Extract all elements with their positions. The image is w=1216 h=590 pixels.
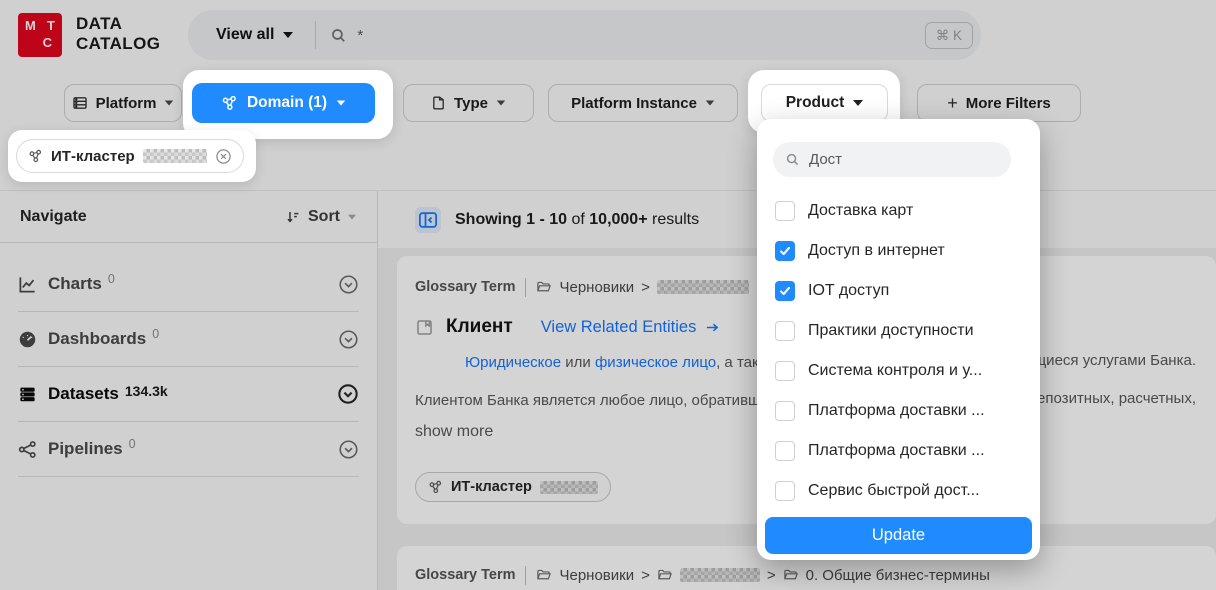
- arrow-right-icon: [704, 320, 721, 335]
- breadcrumb: Черновики >: [536, 279, 771, 296]
- chevron-down-icon: [165, 100, 174, 105]
- product-filter-dropdown: Доставка карт Доступ в интернет IOT дост…: [757, 119, 1040, 560]
- view-related-entities-link[interactable]: View Related Entities: [541, 318, 722, 337]
- product-option[interactable]: Сервис быстрой дост...: [757, 471, 1040, 511]
- search-icon: [785, 152, 800, 167]
- brand-title: DATA CATALOG: [76, 14, 160, 54]
- redacted-text: [680, 568, 760, 582]
- result-title[interactable]: Клиент: [446, 316, 513, 338]
- entity-type-label: Glossary Term: [415, 567, 515, 583]
- file-icon: [431, 95, 446, 111]
- domain-icon: [428, 480, 443, 495]
- chevron-down-icon: [706, 100, 715, 105]
- more-filters-button[interactable]: + More Filters: [917, 84, 1081, 122]
- selected-domain-panel: ИТ-кластер: [8, 130, 256, 182]
- search-icon: [330, 27, 347, 44]
- expand-chevron-icon[interactable]: [338, 274, 359, 295]
- chevron-down-icon: [853, 100, 863, 106]
- checkbox[interactable]: [775, 241, 795, 261]
- sidebar-item-dashboards[interactable]: Dashboards 0: [18, 312, 359, 367]
- folder-icon: [536, 568, 552, 583]
- product-options-list: Доставка карт Доступ в интернет IOT дост…: [757, 191, 1040, 511]
- product-option[interactable]: Система контроля и у...: [757, 351, 1040, 391]
- share-nodes-icon: [18, 440, 37, 459]
- sort-control[interactable]: Sort: [285, 208, 357, 226]
- checkbox[interactable]: [775, 401, 795, 421]
- filter-platform-instance-button[interactable]: Platform Instance: [548, 84, 738, 122]
- plus-icon: +: [947, 93, 958, 114]
- navigate-sidebar: Navigate Sort: [0, 191, 378, 590]
- result-meta-row: Glossary Term Черновики >: [415, 564, 1196, 586]
- search-input[interactable]: [355, 26, 981, 45]
- redacted-text: [657, 280, 749, 294]
- logo-letter-t: Т: [47, 18, 55, 35]
- glossary-term-icon: [415, 318, 434, 337]
- domain-tag-chip[interactable]: ИТ-кластер: [415, 472, 611, 502]
- line-chart-icon: [18, 275, 37, 294]
- breadcrumb: Черновики > >: [536, 567, 989, 584]
- folder-icon: [657, 568, 673, 583]
- sort-icon: [285, 209, 301, 225]
- logo-letter-m: М: [25, 18, 40, 35]
- product-option[interactable]: Платформа доставки ...: [757, 391, 1040, 431]
- folder-icon: [783, 568, 799, 583]
- product-option[interactable]: Доставка карт: [757, 191, 1040, 231]
- chevron-down-icon: [348, 214, 356, 219]
- redacted-text: [540, 481, 598, 494]
- filter-domain-button[interactable]: Domain (1): [192, 83, 375, 123]
- domain-icon: [221, 95, 238, 112]
- gauge-icon: [18, 330, 37, 349]
- product-option[interactable]: Доступ в интернет: [757, 231, 1040, 271]
- checkbox[interactable]: [775, 481, 795, 501]
- sidebar-item-pipelines[interactable]: Pipelines 0: [18, 422, 359, 477]
- checkbox[interactable]: [775, 441, 795, 461]
- server-icon: [72, 95, 88, 111]
- dropdown-search-input[interactable]: [807, 150, 999, 169]
- product-option[interactable]: Платформа доставки ...: [757, 431, 1040, 471]
- selected-domain-chip[interactable]: ИТ-кластер: [16, 139, 244, 173]
- chevron-down-icon: [497, 100, 506, 105]
- global-search-bar[interactable]: View all ⌘ K: [188, 10, 981, 60]
- results-count: Showing 1 - 10 of 10,000+ results: [455, 211, 699, 229]
- checkbox[interactable]: [775, 321, 795, 341]
- redacted-text: [143, 149, 207, 163]
- collapse-sidebar-icon[interactable]: [415, 207, 441, 233]
- folder-icon: [536, 280, 552, 295]
- domain-filter-spotlight: Domain (1): [183, 70, 393, 139]
- divider: [525, 278, 526, 297]
- data-catalog-app: М Т С DATA CATALOG View all ⌘ K: [0, 0, 1216, 590]
- sidebar-item-charts[interactable]: Charts 0: [18, 257, 359, 312]
- checkbox[interactable]: [775, 361, 795, 381]
- mts-logo: М Т С: [18, 13, 62, 57]
- sidebar-header: Navigate Sort: [0, 191, 377, 243]
- entity-type-list: Charts 0: [0, 257, 377, 477]
- expand-chevron-icon[interactable]: [338, 439, 359, 460]
- chevron-down-icon: [337, 100, 346, 105]
- database-icon: [18, 385, 37, 404]
- logo-letter-c: С: [43, 35, 52, 52]
- domain-icon: [28, 149, 43, 164]
- sidebar-item-datasets[interactable]: Datasets 134.3k: [18, 367, 359, 422]
- update-button[interactable]: Update: [765, 517, 1032, 554]
- entity-type-label: Glossary Term: [415, 279, 515, 295]
- remove-filter-icon[interactable]: [215, 148, 232, 165]
- product-option[interactable]: Практики доступности: [757, 311, 1040, 351]
- keyboard-shortcut-hint: ⌘ K: [925, 22, 973, 49]
- chevron-down-icon: [283, 32, 293, 38]
- checkbox[interactable]: [775, 281, 795, 301]
- navigate-title: Navigate: [20, 208, 87, 226]
- divider: [315, 21, 316, 49]
- dropdown-search-box[interactable]: [773, 142, 1011, 177]
- filter-product-button[interactable]: Product: [761, 84, 888, 122]
- product-option[interactable]: IOT доступ: [757, 271, 1040, 311]
- expand-chevron-icon[interactable]: [337, 383, 359, 405]
- expand-chevron-icon[interactable]: [338, 329, 359, 350]
- checkbox[interactable]: [775, 201, 795, 221]
- filter-platform-button[interactable]: Platform: [64, 84, 182, 122]
- divider: [525, 566, 526, 585]
- filter-type-button[interactable]: Type: [403, 84, 534, 122]
- view-all-dropdown[interactable]: View all: [216, 26, 293, 44]
